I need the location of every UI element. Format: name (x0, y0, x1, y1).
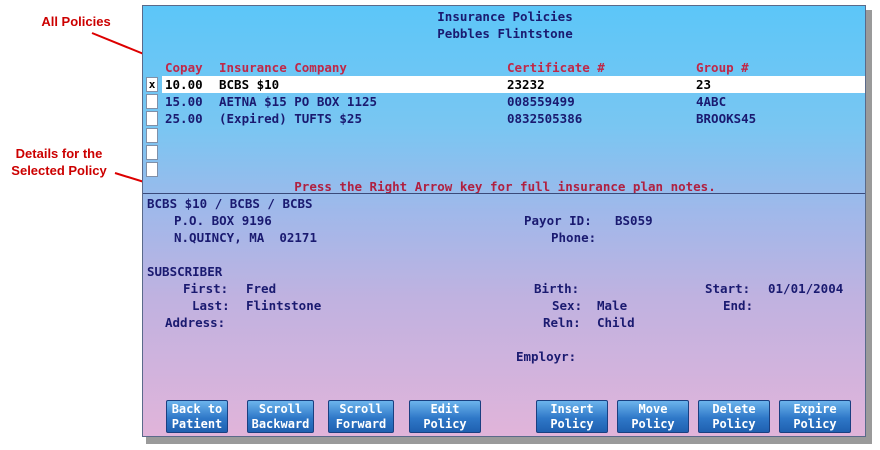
button-label-line1: Insert (550, 402, 594, 416)
policy-row-selected[interactable]: 10.00 BCBS $10 23232 23 (162, 76, 865, 93)
policy-copay: 15.00 (165, 94, 203, 109)
last-name-label: Last: (192, 298, 230, 313)
col-certificate: Certificate # (507, 60, 605, 75)
phone-label: Phone: (551, 230, 597, 245)
insert-policy-button[interactable]: Insert Policy (536, 400, 608, 433)
button-label-line1: Delete (712, 402, 756, 416)
button-label-line2: Policy (712, 417, 756, 431)
all-policies-callout: All Policies (41, 14, 111, 29)
row-select-box-4[interactable] (146, 128, 158, 143)
button-label-line2: Policy (550, 417, 594, 431)
col-group: Group # (696, 60, 749, 75)
policy-copay: 10.00 (165, 77, 203, 92)
patient-name: Pebbles Flintstone (437, 26, 573, 41)
back-to-patient-button[interactable]: Back to Patient (166, 400, 228, 433)
plan-address-line2: N.QUINCY, MA 02171 (174, 230, 317, 245)
details-callout: Details for the Selected Policy (0, 145, 118, 179)
policy-row[interactable]: 15.00 AETNA $15 PO BOX 1125 008559499 4A… (162, 93, 865, 110)
insurance-policies-screen: Insurance Policies Pebbles Flintstone Co… (142, 5, 866, 437)
policy-certificate: 0832505386 (507, 111, 583, 126)
employer-label: Employr: (516, 349, 577, 364)
address-label: Address: (165, 315, 226, 330)
edit-policy-button[interactable]: Edit Policy (409, 400, 481, 433)
policy-group: 23 (696, 77, 712, 92)
screen-title: Insurance Policies (437, 9, 573, 24)
relation-value: Child (597, 315, 635, 330)
button-label-line1: Move (638, 402, 668, 416)
row-select-box-3[interactable] (146, 111, 158, 126)
button-label-line2: Policy (423, 417, 467, 431)
move-policy-button[interactable]: Move Policy (617, 400, 689, 433)
button-label-line1: Edit (430, 402, 460, 416)
first-name-value: Fred (246, 281, 277, 296)
start-value: 01/01/2004 (768, 281, 844, 296)
plan-name: BCBS $10 / BCBS / BCBS (147, 196, 313, 211)
button-label-line2: Patient (171, 417, 223, 431)
policy-certificate: 23232 (507, 77, 545, 92)
button-label-line2: Policy (793, 417, 837, 431)
row-select-box-5[interactable] (146, 145, 158, 160)
col-copay: Copay (165, 60, 203, 75)
details-callout-line1: Details for the (15, 146, 103, 161)
subscriber-heading: SUBSCRIBER (147, 264, 223, 279)
button-label-line2: Backward (251, 417, 310, 431)
end-label: End: (723, 298, 754, 313)
policy-company: AETNA $15 PO BOX 1125 (219, 94, 378, 109)
scroll-backward-button[interactable]: Scroll Backward (247, 400, 314, 433)
section-divider (143, 193, 865, 194)
button-label-line2: Forward (335, 417, 387, 431)
payor-id-label: Payor ID: (524, 213, 592, 228)
button-label-line2: Policy (631, 417, 675, 431)
details-callout-line2: Selected Policy (11, 163, 107, 178)
button-label-line1: Back to (171, 402, 223, 416)
policy-certificate: 008559499 (507, 94, 575, 109)
button-label-line1: Scroll (258, 402, 303, 416)
start-label: Start: (705, 281, 751, 296)
expire-policy-button[interactable]: Expire Policy (779, 400, 851, 433)
col-insurance-company: Insurance Company (219, 60, 347, 75)
birth-label: Birth: (534, 281, 580, 296)
sex-label: Sex: (552, 298, 583, 313)
policy-copay: 25.00 (165, 111, 203, 126)
row-select-box-6[interactable] (146, 162, 158, 177)
policy-company: (Expired) TUFTS $25 (219, 111, 362, 126)
policy-row[interactable]: 25.00 (Expired) TUFTS $25 0832505386 BRO… (162, 110, 865, 127)
relation-label: Reln: (543, 315, 581, 330)
policy-group: BROOKS45 (696, 111, 757, 126)
sex-value: Male (597, 298, 628, 313)
plan-address-line1: P.O. BOX 9196 (174, 213, 272, 228)
row-select-box-1[interactable]: x (146, 77, 158, 92)
policy-group: 4ABC (696, 94, 727, 109)
button-label-line1: Scroll (339, 402, 383, 416)
row-select-box-2[interactable] (146, 94, 158, 109)
payor-id-value: BS059 (615, 213, 653, 228)
first-name-label: First: (183, 281, 229, 296)
button-label-line1: Expire (793, 402, 837, 416)
delete-policy-button[interactable]: Delete Policy (698, 400, 770, 433)
last-name-value: Flintstone (246, 298, 322, 313)
policy-company: BCBS $10 (219, 77, 280, 92)
scroll-forward-button[interactable]: Scroll Forward (328, 400, 394, 433)
